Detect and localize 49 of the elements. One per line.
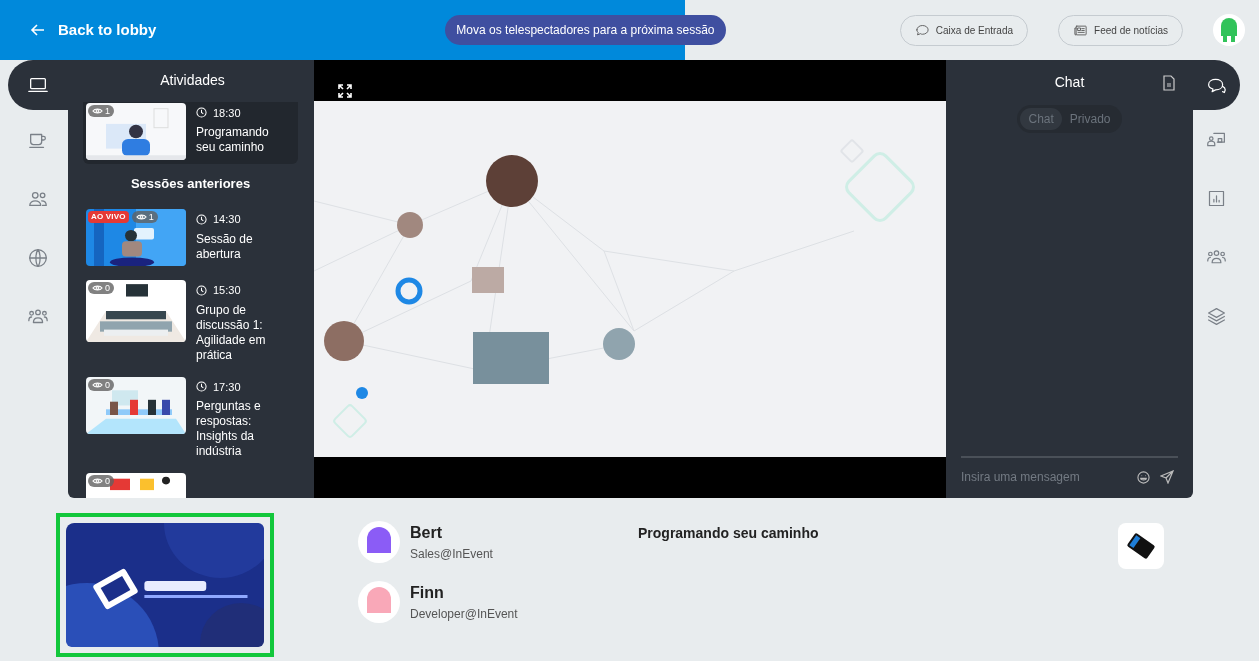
- session-title[interactable]: Programando seu caminho: [196, 125, 288, 156]
- eye-icon: [135, 213, 147, 222]
- session-time: 15:30: [213, 283, 241, 299]
- speaker-avatar[interactable]: [358, 521, 400, 563]
- session-title[interactable]: Sessão de abertura: [196, 231, 288, 262]
- globe-icon: [27, 246, 49, 269]
- clock-icon: [196, 107, 207, 119]
- eye-icon: [92, 477, 103, 486]
- emoji-icon[interactable]: [1137, 470, 1150, 484]
- clock-icon: [196, 213, 207, 225]
- banner-button[interactable]: Mova os telespectadores para a próxima sessão: [445, 15, 726, 45]
- panel-title: Atividades: [159, 71, 226, 91]
- speech-bubble-icon: [914, 22, 930, 38]
- speaker-avatar[interactable]: [358, 581, 400, 623]
- send-icon[interactable]: [1160, 470, 1174, 484]
- session-title[interactable]: Grupo de discussão 1: Agilidade em prática: [196, 302, 288, 363]
- session-time: 14:30: [213, 212, 241, 228]
- speaker-role: Sales@InEvent: [410, 546, 493, 563]
- section-heading: Sessões anteriores: [129, 174, 252, 193]
- layers-icon: [1206, 306, 1227, 327]
- eye-icon: [92, 284, 103, 293]
- panel-title: Chat: [1054, 73, 1085, 92]
- document-icon[interactable]: [1162, 74, 1176, 91]
- clock-icon: [196, 284, 207, 296]
- eye-icon: [92, 380, 103, 389]
- session-title: Programando seu caminho: [638, 524, 820, 543]
- sponsor-frame[interactable]: [56, 513, 274, 657]
- speaker-role: Developer@InEvent: [410, 606, 518, 623]
- back-button[interactable]: Back to lobby: [30, 18, 157, 42]
- user-avatar[interactable]: [1213, 14, 1245, 46]
- session-time: 18:30: [213, 105, 241, 121]
- clock-icon: [196, 381, 207, 393]
- rail-button[interactable]: [8, 60, 68, 110]
- live-badge: AO VIVO: [88, 211, 129, 224]
- view-count: 0: [88, 475, 114, 488]
- view-count: 0: [88, 282, 114, 295]
- eye-icon: [92, 106, 103, 115]
- speaker-name[interactable]: Bert: [410, 521, 493, 545]
- expand-icon: [338, 84, 352, 98]
- fullscreen-button[interactable]: [338, 84, 352, 98]
- session-title[interactable]: Perguntas e respostas: Insights da indústria: [196, 399, 288, 460]
- rail-button[interactable]: [1193, 60, 1240, 110]
- back-arrow-icon: [30, 22, 46, 38]
- session-time: 17:30: [213, 379, 241, 395]
- view-count: 1: [131, 211, 158, 224]
- chart-icon: [1206, 188, 1227, 209]
- speaker-name[interactable]: Finn: [410, 581, 518, 605]
- newspaper-icon: [1073, 22, 1089, 38]
- message-field[interactable]: Insira uma mensagem: [961, 468, 1137, 486]
